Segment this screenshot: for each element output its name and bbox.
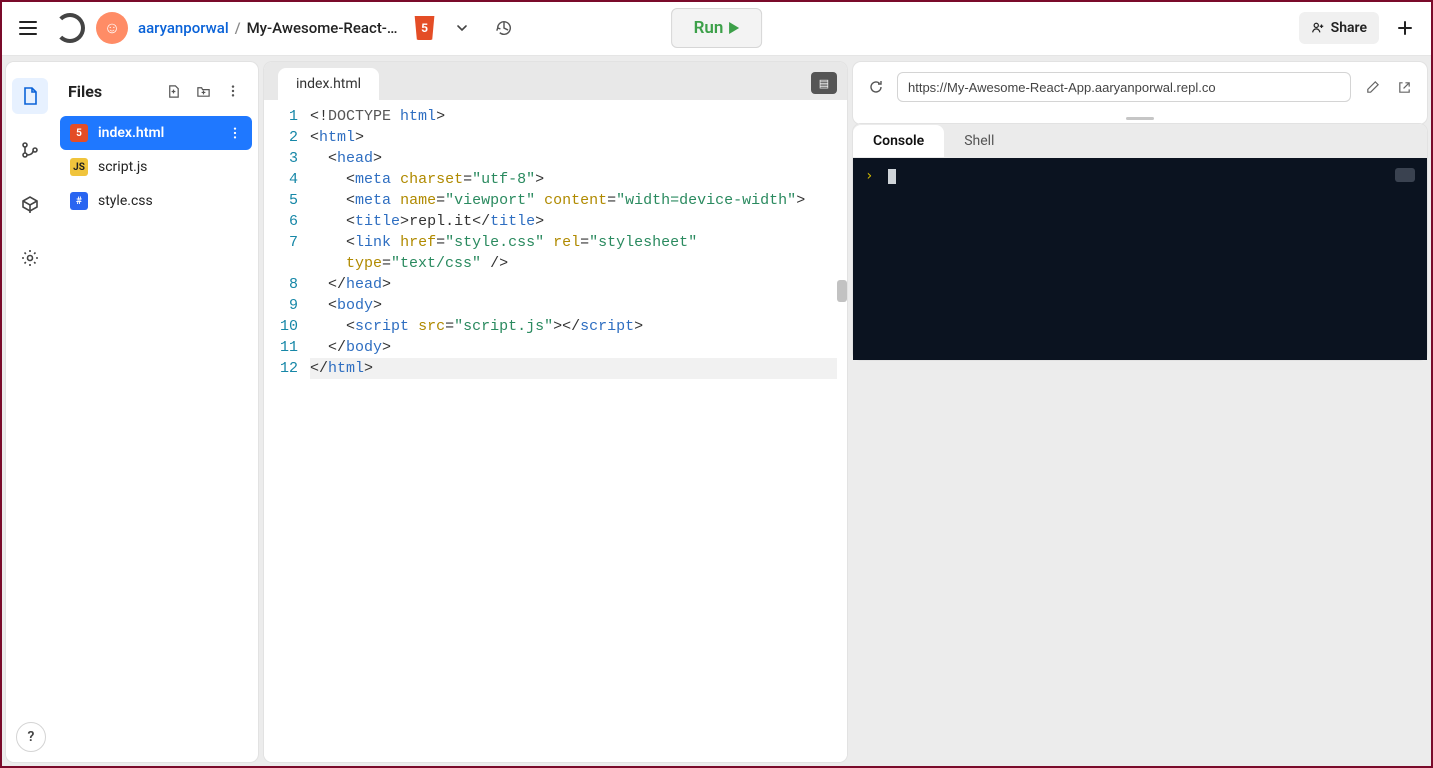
- terminal-tabs: Console Shell: [853, 124, 1427, 158]
- console-output[interactable]: ›: [853, 158, 1427, 360]
- files-title: Files: [68, 82, 102, 101]
- tab-console[interactable]: Console: [853, 125, 944, 157]
- editor-body[interactable]: 1234567 89101112 <!DOCTYPE html><html> <…: [264, 100, 847, 762]
- file-label: index.html: [98, 125, 164, 141]
- breadcrumb-separator: /: [235, 19, 241, 37]
- rail-files-button[interactable]: [12, 78, 48, 114]
- rail-vcs-button[interactable]: [12, 132, 48, 168]
- preview-url-input[interactable]: [897, 72, 1351, 102]
- code-line[interactable]: <html>: [310, 127, 837, 148]
- history-button[interactable]: [488, 12, 520, 44]
- code-line[interactable]: <body>: [310, 295, 837, 316]
- js-file-icon: JS: [70, 158, 88, 176]
- topbar: ☺ aaryanporwal / My-Awesome-React-… 5 Ru…: [0, 0, 1433, 56]
- tab-shell[interactable]: Shell: [944, 125, 1014, 157]
- person-plus-icon: [1311, 21, 1325, 35]
- refresh-button[interactable]: [865, 76, 887, 98]
- replit-logo-icon[interactable]: [54, 12, 86, 44]
- html5-icon: 5: [414, 16, 436, 40]
- breadcrumb-project[interactable]: My-Awesome-React-…: [247, 19, 398, 37]
- code-line[interactable]: <meta charset="utf-8">: [310, 169, 837, 190]
- code-line[interactable]: <title>repl.it</title>: [310, 211, 837, 232]
- markdown-preview-button[interactable]: ▤: [811, 72, 837, 94]
- right-panel: Console Shell ›: [853, 62, 1427, 762]
- code-line[interactable]: </html>: [310, 358, 837, 379]
- file-label: script.js: [98, 159, 147, 175]
- file-row-index-html[interactable]: 5 index.html: [60, 116, 252, 150]
- editor-code[interactable]: <!DOCTYPE html><html> <head> <meta chars…: [310, 100, 837, 762]
- code-line[interactable]: </head>: [310, 274, 837, 295]
- hamburger-button[interactable]: [12, 12, 44, 44]
- breadcrumb: aaryanporwal / My-Awesome-React-…: [138, 19, 398, 37]
- left-panel: Files 5 index.html JS script.js # style.css: [6, 62, 258, 762]
- html-file-icon: 5: [70, 124, 88, 142]
- invite-button[interactable]: [1389, 12, 1421, 44]
- files-more-button[interactable]: [222, 80, 244, 102]
- pane-drag-handle[interactable]: [853, 112, 1427, 124]
- files-header: Files: [60, 72, 252, 116]
- terminal-pane: Console Shell ›: [853, 124, 1427, 360]
- rail-settings-button[interactable]: [12, 240, 48, 276]
- run-button[interactable]: Run: [671, 8, 763, 48]
- code-line[interactable]: <!DOCTYPE html>: [310, 106, 837, 127]
- preview-pane: [853, 62, 1427, 124]
- editor-panel: index.html ▤ 1234567 89101112 <!DOCTYPE …: [264, 62, 847, 762]
- share-button[interactable]: Share: [1299, 12, 1379, 44]
- preview-urlbar: [853, 62, 1427, 112]
- file-more-button[interactable]: [228, 126, 242, 140]
- new-folder-button[interactable]: [192, 80, 214, 102]
- code-line[interactable]: <link href="style.css" rel="stylesheet": [310, 232, 837, 253]
- share-label: Share: [1331, 20, 1367, 36]
- help-button[interactable]: ?: [16, 722, 46, 752]
- files-pane: Files 5 index.html JS script.js # style.css: [54, 62, 258, 762]
- avatar[interactable]: ☺: [96, 12, 128, 44]
- play-icon: [729, 22, 739, 34]
- editor-tabbar: index.html ▤: [264, 62, 847, 100]
- file-row-script-js[interactable]: JS script.js: [60, 150, 252, 184]
- open-external-button[interactable]: [1393, 76, 1415, 98]
- rail-packages-button[interactable]: [12, 186, 48, 222]
- prompt-cursor: [888, 169, 896, 184]
- file-row-style-css[interactable]: # style.css: [60, 184, 252, 218]
- prompt-icon: ›: [865, 168, 873, 184]
- breadcrumb-user[interactable]: aaryanporwal: [138, 19, 229, 37]
- code-line[interactable]: <head>: [310, 148, 837, 169]
- run-label: Run: [694, 18, 724, 38]
- main-area: Files 5 index.html JS script.js # style.css: [0, 56, 1433, 768]
- clear-console-button[interactable]: [1395, 168, 1415, 182]
- file-label: style.css: [98, 193, 153, 209]
- new-file-button[interactable]: [162, 80, 184, 102]
- file-list: 5 index.html JS script.js # style.css: [60, 116, 252, 218]
- code-line[interactable]: <meta name="viewport" content="width=dev…: [310, 190, 837, 211]
- code-line[interactable]: <script src="script.js"></script>: [310, 316, 837, 337]
- editor-tab-index[interactable]: index.html: [278, 68, 379, 100]
- css-file-icon: #: [70, 192, 88, 210]
- language-dropdown-button[interactable]: [446, 12, 478, 44]
- edit-url-button[interactable]: [1361, 76, 1383, 98]
- code-line[interactable]: </body>: [310, 337, 837, 358]
- editor-gutter: 1234567 89101112: [264, 100, 310, 762]
- code-line[interactable]: type="text/css" />: [310, 253, 837, 274]
- left-rail: [6, 62, 54, 762]
- editor-scrollbar[interactable]: [837, 100, 847, 762]
